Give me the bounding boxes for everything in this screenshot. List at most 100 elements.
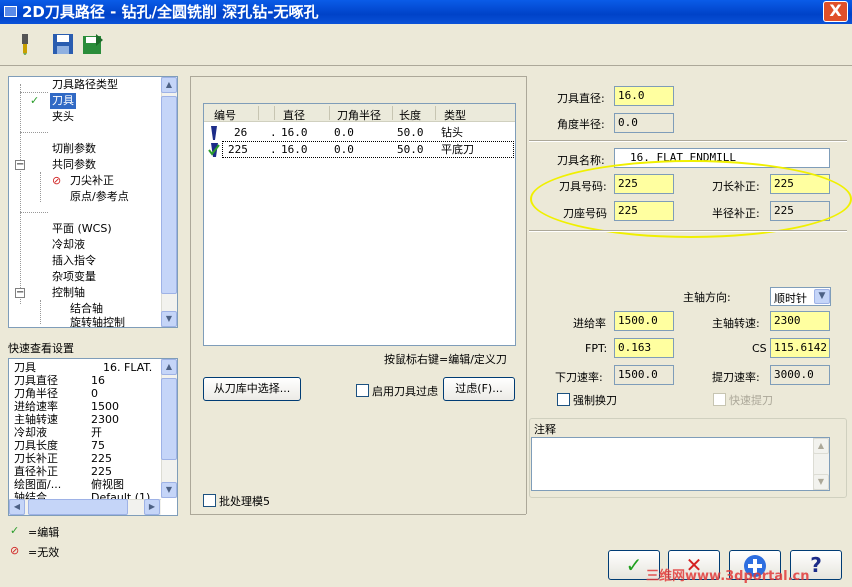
cell-diameter: 16.0 [281, 126, 308, 139]
force-change-label: 强制换刀 [573, 394, 617, 407]
scroll-down-icon[interactable]: ▼ [813, 474, 829, 490]
col-number[interactable]: 编号 [214, 107, 236, 123]
rapid-retract-label: 快速提刀 [729, 394, 773, 407]
save-icon[interactable] [52, 33, 74, 55]
tree-item-toolpath-type[interactable]: 刀具路径类型 [52, 77, 118, 93]
qv-key: 直径补正 [14, 465, 58, 478]
spindle-speed-label: 主轴转速: [712, 317, 760, 330]
tool-icon[interactable] [14, 33, 36, 56]
qv-key: 刀具直径 [14, 374, 58, 387]
fpt-field[interactable]: 0.163 [614, 338, 674, 358]
invalid-icon: ⊘ [10, 544, 20, 557]
tree-guide [20, 132, 48, 133]
force-change-checkbox[interactable] [557, 393, 570, 406]
scroll-thumb[interactable] [161, 378, 177, 460]
qv-val: 16 [91, 374, 105, 387]
separator [529, 230, 847, 232]
watermark: 三维网www.3dportal.cn [646, 569, 810, 584]
scroll-right-icon[interactable]: ▶ [144, 499, 160, 515]
collapse-icon[interactable]: − [15, 160, 25, 170]
scroll-thumb[interactable] [28, 499, 128, 515]
endmill-icon [208, 143, 220, 160]
enable-filter-label: 启用刀具过虑 [372, 385, 438, 398]
tree-item-origin[interactable]: 原点/参考点 [70, 189, 129, 205]
select-from-library-button[interactable]: 从刀库中选择... [203, 377, 301, 401]
qv-val: 开 [91, 426, 102, 439]
spindle-dir-label: 主轴方向: [683, 291, 731, 304]
cell-type: 钻头 [441, 126, 463, 139]
main-frame-edge [190, 76, 526, 77]
tree-item-misc[interactable]: 杂项变量 [52, 269, 96, 285]
rapid-retract-checkbox[interactable] [713, 393, 726, 406]
tree-item-coolant[interactable]: 冷却液 [52, 237, 85, 253]
collapse-icon[interactable]: − [15, 288, 25, 298]
qv-key: 进给速率 [14, 400, 58, 413]
tree-guide [40, 300, 41, 324]
qv-key: 绘图面/... [14, 478, 62, 491]
cell-corner: 0.0 [334, 143, 354, 156]
spindle-dir-value: 顺时针 [774, 292, 807, 305]
table-row-selected[interactable]: 225 . 16.0 0.0 50.0 平底刀 [204, 141, 515, 158]
col-type[interactable]: 类型 [444, 107, 466, 123]
tree-item-holder[interactable]: 夹头 [52, 109, 74, 125]
qv-val: 1500 [91, 400, 119, 413]
highlight-ellipse [530, 160, 852, 238]
check-icon: ✓ [30, 94, 40, 107]
tree-item-axis-control[interactable]: 控制轴 [52, 285, 85, 301]
tree-item-tip-comp[interactable]: 刀尖补正 [70, 173, 114, 189]
qv-val: 2300 [91, 413, 119, 426]
retract-rate-label: 提刀速率: [712, 371, 760, 384]
filter-button[interactable]: 过虑(F)... [443, 377, 515, 401]
comment-textarea[interactable] [531, 437, 830, 491]
legend-invalid: =无效 [28, 546, 60, 559]
corner-radius-field[interactable]: 0.0 [614, 113, 674, 133]
tree-item-common-params[interactable]: 共同参数 [52, 157, 96, 173]
retract-rate-field[interactable]: 3000.0 [770, 365, 830, 385]
separator [529, 140, 847, 142]
col-divider [329, 106, 330, 120]
qv-key: 刀角半径 [14, 387, 58, 400]
table-row[interactable]: 26 . 16.0 0.0 50.0 钻头 [204, 124, 515, 141]
cell-length: 50.0 [397, 126, 424, 139]
scroll-up-icon[interactable]: ▲ [161, 359, 177, 375]
col-length[interactable]: 长度 [399, 107, 421, 123]
tool-diameter-field[interactable]: 16.0 [614, 86, 674, 106]
tree-item-plane[interactable]: 平面 (WCS) [52, 221, 112, 237]
qv-val: 俯视图 [91, 478, 124, 491]
scroll-up-icon[interactable]: ▲ [813, 438, 829, 454]
tree-item-insert[interactable]: 插入指令 [52, 253, 96, 269]
close-button[interactable]: X [823, 1, 848, 22]
tree-item-tool[interactable]: 刀具 [50, 93, 76, 109]
scroll-down-icon[interactable]: ▼ [161, 482, 177, 498]
scroll-thumb[interactable] [161, 96, 177, 294]
plunge-rate-field[interactable]: 1500.0 [614, 365, 674, 385]
spindle-dir-select[interactable]: 顺时针 ▼ [770, 287, 831, 306]
qv-val: 16. FLAT. [103, 361, 153, 374]
batch-checkbox[interactable] [203, 494, 216, 507]
save-as-icon[interactable] [82, 33, 104, 55]
scroll-left-icon[interactable]: ◀ [9, 499, 25, 515]
scroll-up-icon[interactable]: ▲ [161, 77, 177, 93]
cell-number: 225 [228, 143, 248, 156]
col-divider [392, 106, 393, 120]
tool-diameter-label: 刀具直径: [557, 92, 605, 105]
chevron-down-icon[interactable]: ▼ [814, 289, 830, 304]
scroll-down-icon[interactable]: ▼ [161, 311, 177, 327]
toolbar [0, 24, 852, 66]
col-diameter[interactable]: 直径 [283, 107, 305, 123]
cell-length: 50.0 [397, 143, 424, 156]
tree-item-rotary[interactable]: 旋转轴控制 [70, 315, 125, 327]
cs-field[interactable]: 115.6142 [770, 338, 830, 358]
table-hint: 按鼠标右键=编辑/定义刀 [384, 353, 507, 366]
legend-edit: =编辑 [28, 526, 60, 539]
spindle-speed-field[interactable]: 2300 [770, 311, 830, 331]
tree-item-cut-params[interactable]: 切削参数 [52, 141, 96, 157]
main-frame-edge [526, 76, 527, 514]
window-title: 2D刀具路径 - 钻孔/全圆铣削 深孔钻-无啄孔 [22, 3, 319, 21]
col-corner[interactable]: 刀角半径 [337, 107, 381, 123]
feed-rate-field[interactable]: 1500.0 [614, 311, 674, 331]
quick-view-list: 刀具 16. FLAT. 刀具直径 16 刀角半径 0 进给速率 1500 主轴… [9, 359, 160, 499]
qv-val: Default (1) [91, 491, 151, 499]
enable-filter-checkbox[interactable] [356, 384, 369, 397]
qv-key: 轴结合 [14, 491, 47, 499]
